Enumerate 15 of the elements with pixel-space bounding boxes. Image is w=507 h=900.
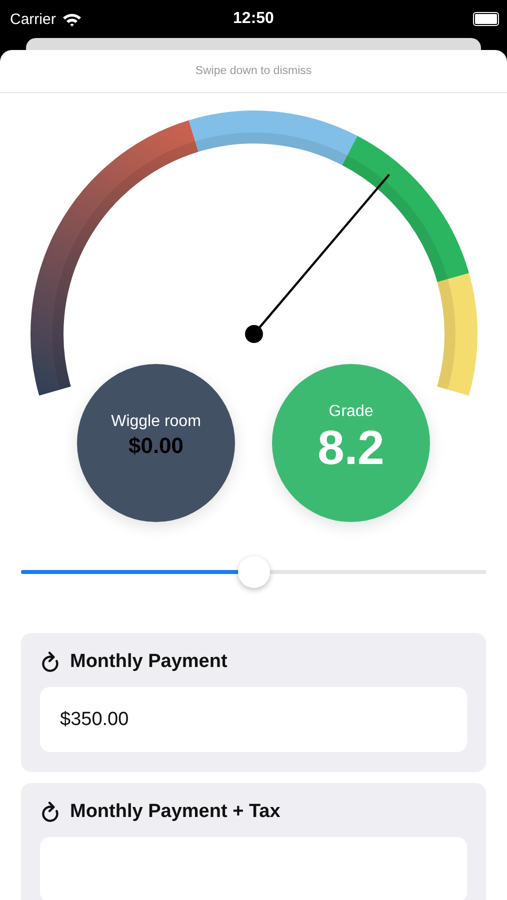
field-label: Monthly Payment + Tax [70, 801, 280, 823]
slider-thumb[interactable] [238, 556, 270, 588]
stat-label: Grade [328, 403, 374, 421]
stat-value: 8.2 [318, 421, 384, 476]
battery-icon [473, 12, 499, 26]
carrier-label: Carrier [10, 10, 56, 28]
stat-label: Wiggle room [111, 413, 201, 431]
dismiss-hint: Swipe down to dismiss [195, 65, 312, 77]
input-field[interactable]: $350.00 [40, 687, 467, 752]
refresh-icon[interactable] [40, 801, 60, 823]
field-label: Monthly Payment [70, 651, 228, 673]
clock-time: 12:50 [232, 10, 275, 28]
wifi-icon [62, 12, 82, 26]
stat-value: $0.00 [128, 433, 184, 459]
refresh-icon[interactable] [40, 651, 60, 673]
